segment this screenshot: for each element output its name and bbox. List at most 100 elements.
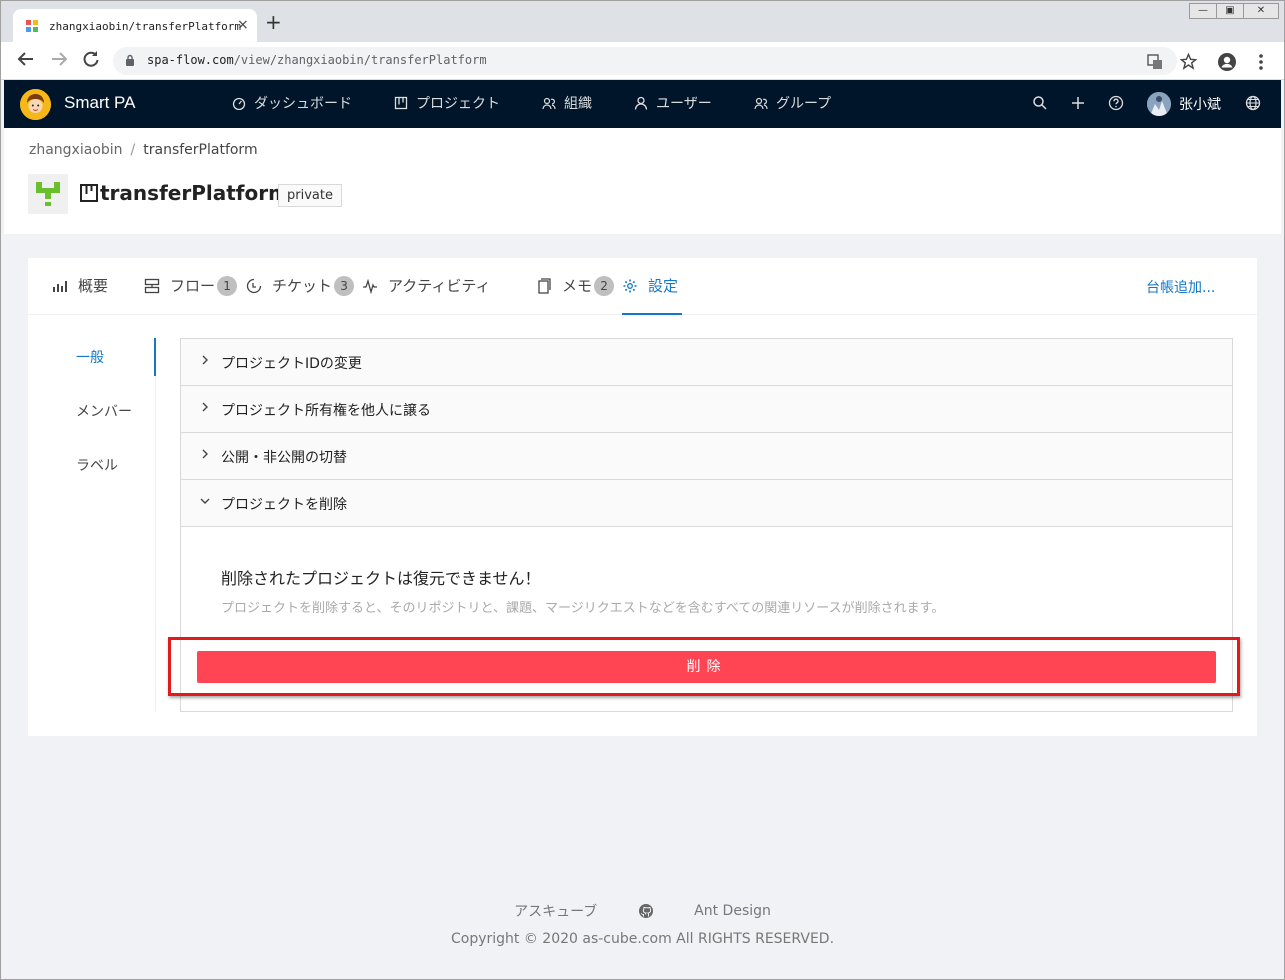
- sidebar-item-general[interactable]: 一般: [76, 347, 104, 367]
- breadcrumb: zhangxiaobin / transferPlatform: [29, 142, 258, 158]
- tab-memo[interactable]: メモ 2: [536, 275, 615, 296]
- reload-icon[interactable]: [82, 50, 100, 68]
- group-icon: [754, 97, 768, 110]
- bookmark-star-icon[interactable]: [1180, 53, 1197, 70]
- tab-ticket[interactable]: チケット 3: [246, 275, 355, 296]
- url-text: spa-flow.com/view/zhangxiaobin/transferP…: [147, 53, 487, 67]
- dashboard-icon: [232, 97, 246, 110]
- github-icon[interactable]: [638, 903, 654, 919]
- plus-icon[interactable]: [1070, 95, 1086, 111]
- nav-group[interactable]: グループ: [754, 93, 831, 113]
- breadcrumb-project[interactable]: transferPlatform: [143, 142, 257, 158]
- forward-icon[interactable]: [50, 50, 68, 68]
- profile-icon[interactable]: [1217, 52, 1237, 72]
- browser-toolbar: spa-flow.com/view/zhangxiaobin/transferP…: [0, 42, 1285, 80]
- username[interactable]: 张小斌: [1179, 94, 1221, 114]
- panel-transfer-ownership[interactable]: プロジェクト所有権を他人に譲る: [181, 386, 1232, 433]
- tab-flow-label: フロー: [170, 277, 216, 295]
- browser-tab[interactable]: zhangxiaobin/transferPlatform ×: [13, 9, 257, 43]
- back-icon[interactable]: [17, 50, 35, 68]
- panel-title: プロジェクトIDの変更: [221, 356, 362, 372]
- footer-link-antdesign[interactable]: Ant Design: [694, 903, 771, 919]
- panel-title: 公開・非公開の切替: [221, 450, 347, 466]
- favicon-icon: [26, 20, 38, 32]
- panel-change-project-id[interactable]: プロジェクトIDの変更: [181, 339, 1232, 386]
- gear-icon: [623, 279, 637, 292]
- chevron-right-icon: [202, 402, 208, 412]
- avatar[interactable]: [1147, 92, 1171, 116]
- chevron-down-icon: [200, 498, 210, 504]
- nav-organization[interactable]: 組織: [542, 93, 592, 113]
- delete-warning-description: プロジェクトを削除すると、そのリポジトリと、課題、マージリクエストなどを含むすべ…: [221, 601, 945, 616]
- activity-icon: [363, 278, 377, 294]
- breadcrumb-separator: /: [130, 142, 136, 158]
- new-tab-button[interactable]: +: [265, 12, 282, 32]
- panel-title: プロジェクト所有権を他人に譲る: [221, 403, 431, 419]
- translate-icon[interactable]: [1147, 54, 1163, 70]
- project-board-icon: [80, 184, 98, 202]
- tab-overview-label: 概要: [78, 277, 109, 295]
- tab-settings-label: 設定: [648, 277, 679, 295]
- visibility-badge: private: [278, 184, 342, 207]
- project-name: transferPlatform: [100, 181, 289, 205]
- panel-delete-project[interactable]: プロジェクトを削除: [181, 480, 1232, 527]
- close-window-button[interactable]: ✕: [1243, 3, 1279, 19]
- sidebar-active-indicator: [154, 338, 156, 376]
- project-header: zhangxiaobin / transferPlatform transferPl…: [4, 128, 1281, 234]
- organization-icon: [542, 97, 556, 110]
- nav-organization-label: 組織: [564, 96, 592, 112]
- tab-memo-label: メモ: [562, 277, 593, 295]
- panel-toggle-visibility[interactable]: 公開・非公開の切替: [181, 433, 1232, 480]
- footer-links: アスキューブ Ant Design: [0, 901, 1285, 921]
- copyright: Copyright © 2020 as-cube.com All RIGHTS …: [450, 931, 835, 947]
- nav-project[interactable]: プロジェクト: [394, 93, 500, 113]
- minimize-button[interactable]: —: [1189, 3, 1217, 19]
- tab-ticket-label: チケット: [272, 277, 333, 295]
- app-logo-icon[interactable]: [20, 89, 51, 120]
- settings-sidebar: 一般 メンバー ラベル: [28, 338, 156, 712]
- flow-icon: [144, 278, 160, 293]
- footer-link-ascube[interactable]: アスキューブ: [514, 904, 597, 920]
- active-tab-indicator: [622, 313, 682, 315]
- search-icon[interactable]: [1032, 95, 1048, 111]
- maximize-button[interactable]: ▣: [1216, 3, 1244, 19]
- nav-dashboard[interactable]: ダッシュボード: [232, 93, 352, 113]
- tab-ticket-count: 3: [334, 275, 355, 296]
- sidebar-item-labels[interactable]: ラベル: [76, 455, 118, 475]
- tab-activity-label: アクティビティ: [388, 277, 491, 295]
- sidebar-item-members[interactable]: メンバー: [76, 401, 132, 421]
- browser-tab-title: zhangxiaobin/transferPlatform: [49, 20, 242, 33]
- tab-overview[interactable]: 概要: [52, 275, 108, 296]
- chevron-right-icon: [202, 355, 208, 365]
- breadcrumb-owner[interactable]: zhangxiaobin: [29, 142, 123, 158]
- tab-flow[interactable]: フロー 1: [144, 275, 238, 296]
- project-avatar: [28, 174, 68, 214]
- user-icon: [634, 96, 648, 110]
- project-icon: [394, 96, 408, 110]
- browser-tab-strip: zhangxiaobin/transferPlatform × + — ▣ ✕: [0, 0, 1285, 43]
- app-brand[interactable]: Smart PA: [64, 93, 135, 113]
- tab-memo-count: 2: [594, 275, 615, 296]
- nav-user[interactable]: ユーザー: [634, 93, 712, 113]
- tab-activity[interactable]: アクティビティ: [362, 275, 490, 296]
- chevron-right-icon: [202, 449, 208, 459]
- delete-warning-title: 削除されたプロジェクトは復元できません！: [221, 569, 541, 588]
- tab-settings[interactable]: 設定: [622, 275, 678, 296]
- nav-project-label: プロジェクト: [416, 96, 500, 112]
- lock-icon: [126, 54, 134, 66]
- bar-chart-icon: [53, 280, 67, 292]
- address-bar[interactable]: spa-flow.com/view/zhangxiaobin/transferP…: [113, 47, 1177, 75]
- help-icon[interactable]: [1108, 95, 1124, 111]
- add-ledger-link[interactable]: 台帳追加...: [1146, 277, 1215, 297]
- nav-user-label: ユーザー: [656, 96, 712, 112]
- tab-flow-count: 1: [217, 275, 238, 296]
- project-identicon-icon: [28, 174, 68, 214]
- globe-icon[interactable]: [1245, 95, 1261, 111]
- browser-menu-icon[interactable]: [1258, 53, 1264, 71]
- memo-icon: [538, 277, 551, 294]
- nav-group-label: グループ: [776, 96, 832, 112]
- app-header: Smart PA ダッシュボード プロジェクト 組織 ユーザー グループ 张小斌: [4, 80, 1281, 128]
- close-tab-icon[interactable]: ×: [237, 17, 249, 33]
- highlight-annotation: [168, 637, 1240, 696]
- panel-title: プロジェクトを削除: [221, 497, 347, 513]
